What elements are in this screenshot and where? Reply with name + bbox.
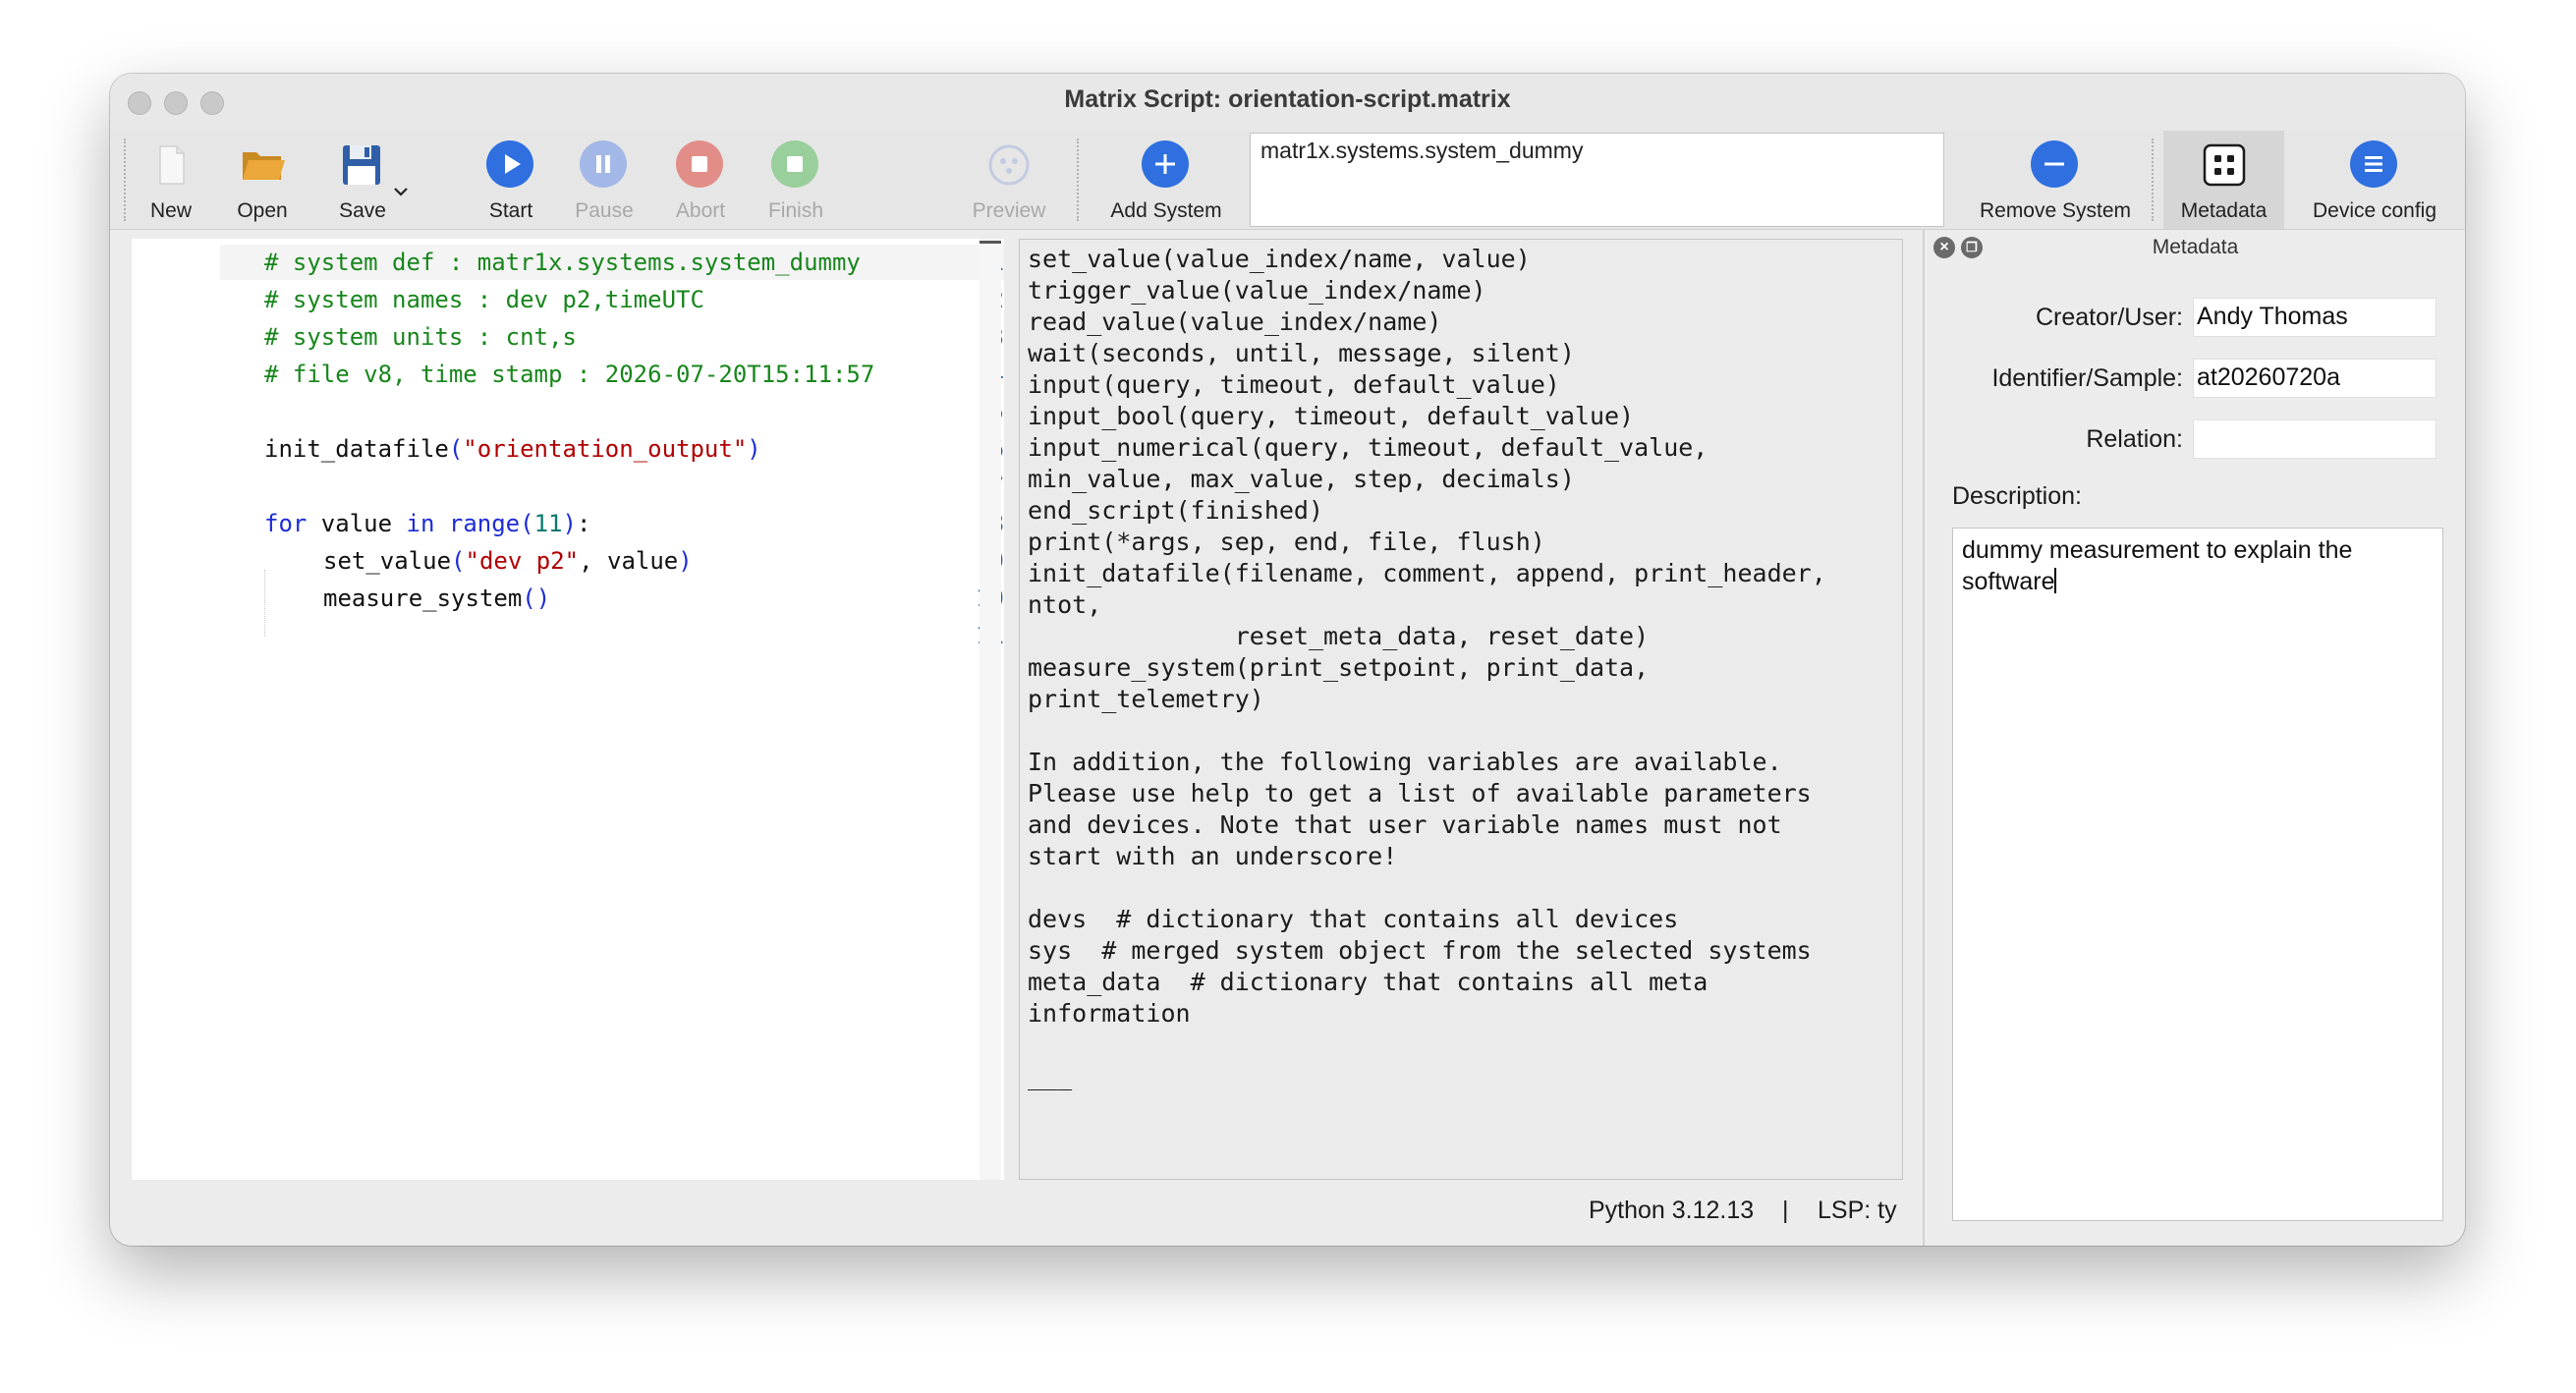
description-field[interactable]: dummy measurement to explain the softwar…: [1952, 528, 2443, 1221]
preview-button[interactable]: Preview: [955, 131, 1063, 229]
pause-icon: [580, 140, 629, 190]
code-editor[interactable]: 1 2 3 4 5 6 7 8 9 10 11 # system def : m…: [132, 239, 1004, 1180]
finish-label: Finish: [767, 199, 824, 222]
pause-label: Pause: [575, 199, 634, 222]
help-panel[interactable]: set_value(value_index/name, value) trigg…: [1019, 239, 1903, 1180]
metadata-dock-header: × ❐ Metadata: [1926, 229, 2465, 266]
toolbar: New Open Save Start Pause Abort Finish P…: [110, 131, 2465, 230]
identifier-field[interactable]: at20260720a: [2193, 359, 2436, 398]
list-icon: [2350, 140, 2399, 190]
window-title: Matrix Script: orientation-script.matrix: [1064, 85, 1511, 113]
metadata-label: Metadata: [2180, 199, 2268, 222]
new-file-icon: [159, 145, 185, 185]
metadata-panel-title: Metadata: [2152, 236, 2239, 258]
main-window: Matrix Script: orientation-script.matrix…: [110, 74, 2465, 1246]
editor-scrollbar[interactable]: [980, 239, 1001, 1180]
relation-label: Relation:: [2086, 425, 2183, 453]
start-button[interactable]: Start: [464, 131, 558, 229]
systems-list[interactable]: matr1x.systems.system_dummy: [1250, 133, 1944, 227]
creator-field[interactable]: Andy Thomas: [2193, 298, 2436, 337]
save-button[interactable]: Save: [324, 131, 411, 229]
save-label: Save: [339, 199, 386, 222]
start-label: Start: [488, 199, 533, 222]
description-label: Description:: [1952, 482, 2082, 510]
grid-icon: [2203, 143, 2245, 187]
open-label: Open: [237, 199, 288, 222]
remove-system-label: Remove System: [1979, 199, 2132, 222]
finish-icon: [771, 140, 820, 190]
code-line: # file v8, time stamp : 2026-07-20T15:11…: [264, 361, 875, 388]
add-system-button[interactable]: Add System: [1092, 131, 1240, 229]
python-version: Python 3.12.13: [1589, 1197, 1755, 1224]
new-button[interactable]: New: [138, 131, 204, 229]
indent-guide: [264, 570, 266, 637]
metadata-button[interactable]: Metadata: [2163, 131, 2284, 229]
description-text: dummy measurement to explain the softwar…: [1962, 536, 2353, 595]
add-system-label: Add System: [1110, 199, 1222, 222]
play-icon: [486, 140, 535, 190]
abort-label: Abort: [675, 199, 726, 222]
device-config-button[interactable]: Device config: [2291, 131, 2458, 229]
code-line: set_value("dev p2", value): [323, 547, 693, 575]
device-config-label: Device config: [2312, 199, 2437, 222]
code-line: # system units : cnt,s: [264, 323, 577, 351]
code-line: for value in range(11):: [264, 510, 591, 537]
code-line: init_datafile("orientation_output"): [264, 435, 761, 463]
lsp-status: LSP: ty: [1818, 1197, 1897, 1224]
finish-button[interactable]: Finish: [749, 131, 843, 229]
status-separator: |: [1782, 1197, 1789, 1224]
relation-field[interactable]: [2193, 419, 2436, 459]
identifier-label: Identifier/Sample:: [1991, 364, 2183, 392]
preview-label: Preview: [972, 199, 1046, 222]
plus-icon: [1142, 140, 1191, 190]
remove-system-button[interactable]: Remove System: [1957, 131, 2154, 229]
pause-button[interactable]: Pause: [557, 131, 651, 229]
code-line: # system def : matr1x.systems.system_dum…: [264, 249, 861, 276]
preview-icon: [988, 144, 1030, 186]
open-button[interactable]: Open: [226, 131, 299, 229]
stop-icon: [676, 140, 725, 190]
dock-separator: [1923, 229, 1925, 1246]
abort-button[interactable]: Abort: [653, 131, 748, 229]
folder-icon: [243, 152, 285, 180]
minus-icon: [2031, 140, 2080, 190]
code-line: # system names : dev p2,timeUTC: [264, 286, 704, 313]
code-line: measure_system(): [323, 585, 551, 612]
floppy-disk-icon: [343, 145, 380, 185]
text-cursor: [2054, 568, 2057, 593]
chevron-down-icon[interactable]: [393, 186, 409, 197]
creator-label: Creator/User:: [2035, 304, 2183, 331]
new-label: New: [149, 199, 192, 222]
title-bar: Matrix Script: orientation-script.matrix: [110, 74, 2465, 131]
help-text: set_value(value_index/name, value) trigg…: [1028, 245, 1826, 1090]
